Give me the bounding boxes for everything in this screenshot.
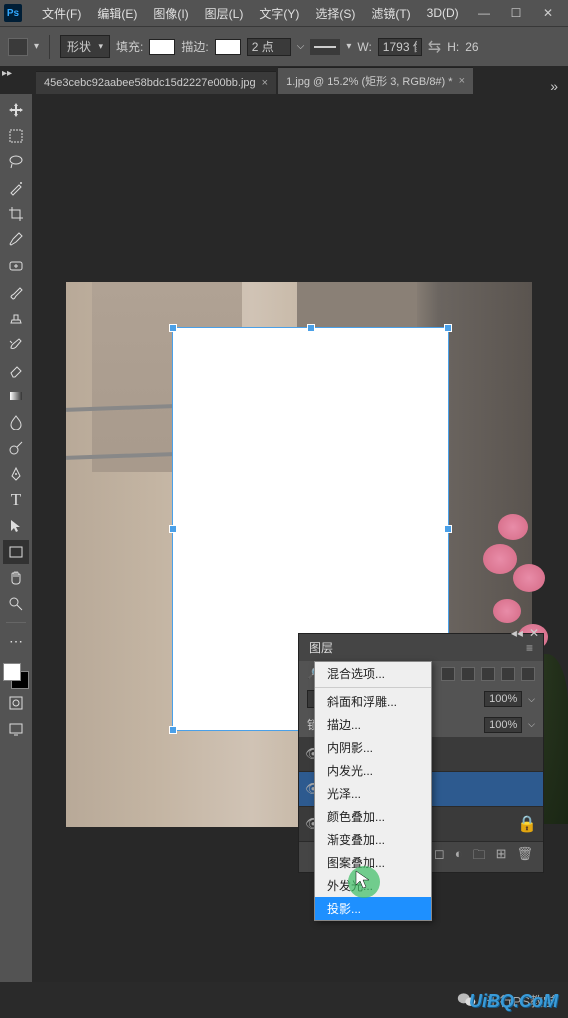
path-select-tool[interactable] <box>3 514 29 538</box>
panel-close-icon[interactable]: ✕ <box>529 626 539 640</box>
menu-bar: Ps 文件(F) 编辑(E) 图像(I) 图层(L) 文字(Y) 选择(S) 滤… <box>0 0 568 26</box>
options-bar: ▾ 形状▾ 填充: 描边: ⌵ ▾ W: ⇆ H: 26 <box>0 26 568 66</box>
tab-close-icon[interactable]: × <box>262 77 268 89</box>
clone-stamp-tool[interactable] <box>3 306 29 330</box>
crop-tool[interactable] <box>3 202 29 226</box>
filter-shape-icon[interactable] <box>501 667 515 681</box>
close-button[interactable]: ✕ <box>540 6 556 20</box>
delete-layer-icon[interactable]: 🗑 <box>516 846 533 868</box>
w-label: W: <box>357 40 371 54</box>
fx-blending-options[interactable]: 混合选项... <box>315 662 431 685</box>
rectangle-tool[interactable] <box>3 540 29 564</box>
brush-tool[interactable] <box>3 280 29 304</box>
menu-layer[interactable]: 图层(L) <box>197 1 252 26</box>
history-brush-tool[interactable] <box>3 332 29 356</box>
fx-gradient-overlay[interactable]: 渐变叠加... <box>315 828 431 851</box>
lasso-tool[interactable] <box>3 150 29 174</box>
new-layer-icon[interactable]: ⊞ <box>496 846 507 868</box>
fx-bevel-emboss[interactable]: 斜面和浮雕... <box>315 690 431 713</box>
tab-overflow-icon[interactable]: » <box>540 78 568 94</box>
document-tab-active[interactable]: 1.jpg @ 15.2% (矩形 3, RGB/8#) * × <box>278 67 473 94</box>
menu-type[interactable]: 文字(Y) <box>251 1 307 26</box>
menu-3d[interactable]: 3D(D) <box>419 2 467 24</box>
menu-image[interactable]: 图像(I) <box>145 1 196 26</box>
blur-tool[interactable] <box>3 410 29 434</box>
fill-swatch[interactable] <box>149 39 175 55</box>
panel-menu-icon[interactable]: ≡ <box>526 641 533 655</box>
transform-handle[interactable] <box>169 525 177 533</box>
document-tabs: 45e3cebc92aabee58bdc15d2227e00bb.jpg × 1… <box>0 66 568 94</box>
shape-mode-dropdown[interactable]: 形状▾ <box>60 35 110 58</box>
filter-pixel-icon[interactable] <box>441 667 455 681</box>
pen-tool[interactable] <box>3 462 29 486</box>
hand-tool[interactable] <box>3 566 29 590</box>
fx-drop-shadow[interactable]: 投影... <box>315 897 431 920</box>
transform-handle[interactable] <box>307 324 315 332</box>
h-label: H: <box>447 40 459 54</box>
healing-tool[interactable] <box>3 254 29 278</box>
fx-stroke[interactable]: 描边... <box>315 713 431 736</box>
tool-palette: T ⋯ <box>0 94 32 982</box>
foreground-color[interactable] <box>3 663 21 681</box>
marquee-tool[interactable] <box>3 124 29 148</box>
menu-filter[interactable]: 滤镜(T) <box>363 1 418 26</box>
watermark-text: UiBQ.CoM <box>469 991 558 1012</box>
window-controls: — ☐ ✕ <box>476 6 564 20</box>
cursor-icon <box>355 870 371 895</box>
type-tool[interactable]: T <box>3 488 29 512</box>
menu-edit[interactable]: 编辑(E) <box>89 1 145 26</box>
minimize-button[interactable]: — <box>476 6 492 20</box>
eraser-tool[interactable] <box>3 358 29 382</box>
layers-panel-tab[interactable]: 图层 ≡ <box>299 634 543 661</box>
filter-type-icon[interactable] <box>481 667 495 681</box>
opacity-input[interactable] <box>484 691 522 707</box>
fill-label: 填充: <box>116 38 143 55</box>
fx-color-overlay[interactable]: 颜色叠加... <box>315 805 431 828</box>
edit-toolbar-icon[interactable]: ⋯ <box>3 629 29 653</box>
group-icon[interactable]: 🗀 <box>473 846 486 868</box>
app-logo-text: Ps <box>7 8 19 19</box>
screenmode-tool[interactable] <box>3 717 29 741</box>
stroke-label: 描边: <box>181 38 208 55</box>
width-input[interactable] <box>378 38 422 56</box>
transform-handle[interactable] <box>444 324 452 332</box>
stroke-width-input[interactable] <box>247 38 291 56</box>
menu-file[interactable]: 文件(F) <box>34 1 89 26</box>
quickmask-tool[interactable] <box>3 691 29 715</box>
adjustment-layer-icon[interactable]: ◐ <box>455 846 463 868</box>
tab-close-icon[interactable]: × <box>459 75 465 87</box>
panel-collapse-icon[interactable]: ◂◂ <box>511 626 523 640</box>
dodge-tool[interactable] <box>3 436 29 460</box>
eyedropper-tool[interactable] <box>3 228 29 252</box>
toolbar-collapse-icon[interactable]: ▸▸ <box>2 68 12 79</box>
fill-opacity-input[interactable] <box>484 717 522 733</box>
fx-satin[interactable]: 光泽... <box>315 782 431 805</box>
link-wh-icon[interactable]: ⇆ <box>428 37 441 57</box>
gradient-tool[interactable] <box>3 384 29 408</box>
menu-select[interactable]: 选择(S) <box>307 1 363 26</box>
layer-mask-icon[interactable]: ◻ <box>434 846 445 868</box>
magic-wand-tool[interactable] <box>3 176 29 200</box>
fx-inner-glow[interactable]: 内发光... <box>315 759 431 782</box>
app-logo: Ps <box>4 4 22 22</box>
maximize-button[interactable]: ☐ <box>508 6 524 20</box>
transform-handle[interactable] <box>169 726 177 734</box>
tool-preset-icon[interactable] <box>8 38 28 56</box>
filter-adjust-icon[interactable] <box>461 667 475 681</box>
transform-handle[interactable] <box>169 324 177 332</box>
move-tool[interactable] <box>3 98 29 122</box>
stroke-style-dropdown[interactable] <box>310 39 340 55</box>
document-tab[interactable]: 45e3cebc92aabee58bdc15d2227e00bb.jpg × <box>36 71 276 94</box>
color-swatches[interactable] <box>3 663 29 689</box>
stroke-swatch[interactable] <box>215 39 241 55</box>
lock-icon: 🔒 <box>517 814 537 834</box>
filter-smart-icon[interactable] <box>521 667 535 681</box>
zoom-tool[interactable] <box>3 592 29 616</box>
fx-inner-shadow[interactable]: 内阴影... <box>315 736 431 759</box>
transform-handle[interactable] <box>444 525 452 533</box>
